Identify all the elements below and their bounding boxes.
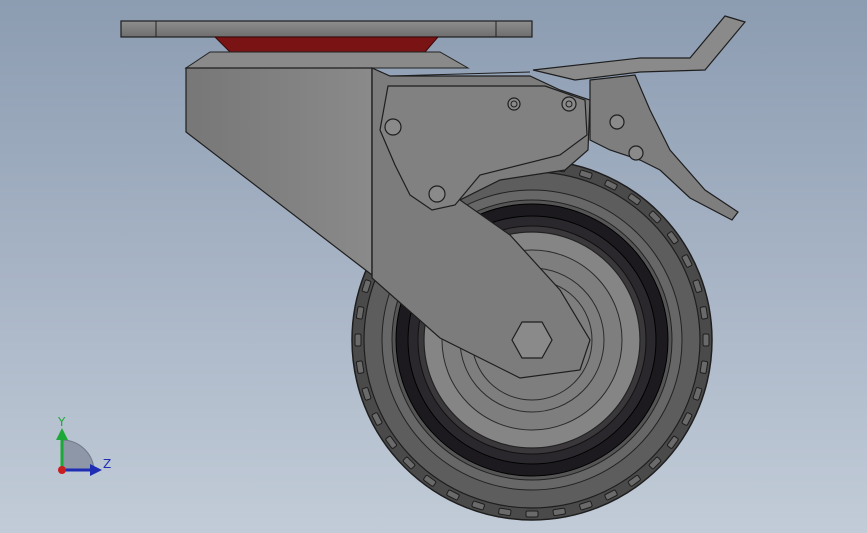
y-axis-arrow <box>56 428 68 440</box>
top-plate-body <box>120 20 533 38</box>
brake-pivot-1 <box>609 114 625 130</box>
rivet-2 <box>428 185 446 203</box>
top-plate[interactable] <box>120 20 533 69</box>
rivet-4 <box>561 96 577 112</box>
brake-pedal <box>532 15 747 81</box>
tread-block <box>354 333 362 347</box>
triad-quadrant <box>61 439 95 471</box>
swivel-ring <box>184 51 470 69</box>
bearing-red <box>213 36 440 53</box>
fork-side-shadow <box>185 67 373 277</box>
tread-block <box>702 333 710 347</box>
orientation-triad <box>56 428 102 476</box>
z-axis-arrow <box>90 464 102 476</box>
tread-block <box>355 360 365 374</box>
x-axis-dot <box>58 466 66 474</box>
rivet-1 <box>384 118 402 136</box>
z-axis-label: Z <box>103 457 112 471</box>
tread-block <box>699 360 709 374</box>
rivet-3 <box>507 97 521 111</box>
tread-block <box>699 306 709 320</box>
tread-block <box>525 510 539 518</box>
y-axis-label: Y <box>58 415 66 429</box>
brake-pivot-2 <box>628 145 644 161</box>
tread-block <box>498 507 512 517</box>
tread-block <box>355 306 365 320</box>
caster-model[interactable] <box>0 0 867 533</box>
graphics-viewport[interactable]: Y Z <box>0 0 867 533</box>
tread-block <box>552 507 566 517</box>
